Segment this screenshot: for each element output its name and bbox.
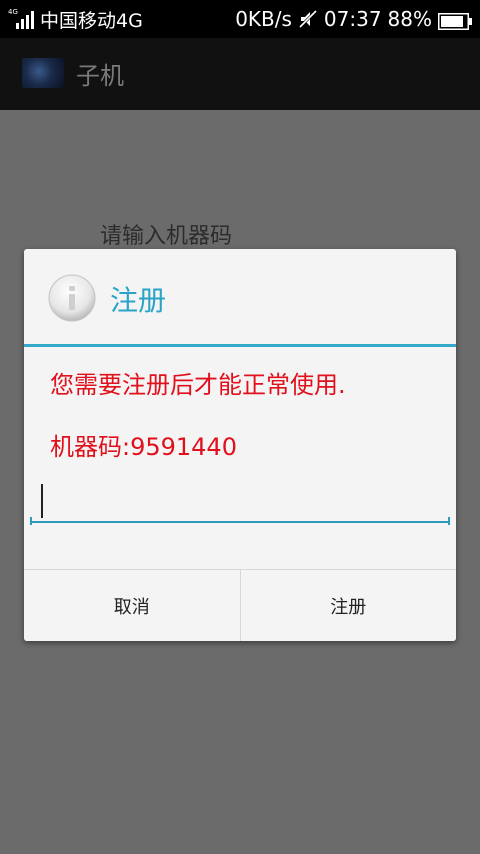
carrier-name: 中国移动4G bbox=[40, 9, 143, 32]
app-title: 子机 bbox=[76, 62, 124, 90]
status-bar: 4G 中国移动4G 0KB/s 07:37 88% bbox=[0, 0, 480, 38]
status-left: 4G 中国移动4G bbox=[8, 0, 143, 38]
dialog-button-row: 取消 注册 bbox=[24, 569, 456, 641]
background-hint: 请输入机器码 bbox=[100, 224, 233, 249]
text-cursor bbox=[41, 484, 43, 518]
register-dialog: 注册 您需要注册后才能正常使用. 机器码:9591440 取消 注册 bbox=[24, 249, 456, 641]
battery-icon bbox=[438, 11, 472, 30]
input-edge-left bbox=[30, 517, 32, 525]
register-button[interactable]: 注册 bbox=[239, 570, 456, 641]
signal-icon: 4G bbox=[8, 8, 34, 30]
clock: 07:37 bbox=[323, 7, 382, 31]
register-code-input[interactable] bbox=[30, 479, 450, 523]
info-icon bbox=[48, 274, 96, 322]
dialog-divider bbox=[24, 344, 456, 347]
register-message: 您需要注册后才能正常使用. bbox=[50, 371, 346, 399]
battery-percent: 88% bbox=[387, 7, 432, 31]
machine-code: 机器码:9591440 bbox=[50, 433, 237, 461]
app-icon bbox=[22, 58, 64, 88]
status-right: 0KB/s 07:37 88% bbox=[235, 0, 472, 38]
mute-icon bbox=[298, 9, 318, 29]
cancel-button[interactable]: 取消 bbox=[24, 570, 240, 641]
input-edge-right bbox=[448, 517, 450, 525]
dialog-title: 注册 bbox=[110, 284, 167, 317]
action-bar: 子机 bbox=[0, 38, 480, 110]
dialog-header: 注册 bbox=[24, 249, 456, 345]
data-speed: 0KB/s bbox=[235, 7, 292, 31]
